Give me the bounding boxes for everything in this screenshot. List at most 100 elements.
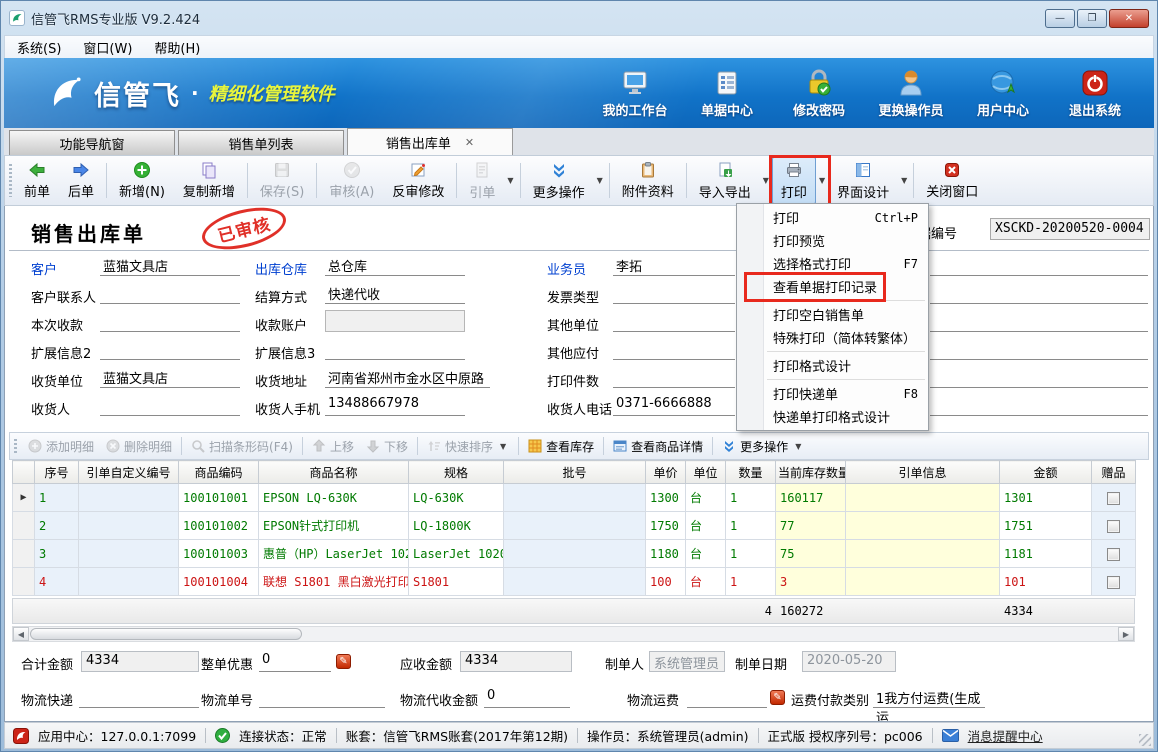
ext-info2-field[interactable] <box>100 338 240 360</box>
logistics-express-field[interactable] <box>79 687 199 708</box>
salesman-field[interactable]: 李拓 <box>613 254 735 276</box>
ext-info3-field[interactable] <box>325 338 465 360</box>
more-actions-button[interactable]: 更多操作 <box>524 157 594 204</box>
contact-field[interactable] <box>100 282 240 304</box>
chevron-down-icon[interactable]: ▼ <box>594 176 606 185</box>
horizontal-scrollbar[interactable]: ◀ ▶ <box>12 626 1135 642</box>
menu-item-print[interactable]: 打印 Ctrl+P <box>737 206 928 229</box>
table-row[interactable]: ▶ 1 100101001 EPSON LQ-630K LQ-630K 1300… <box>13 484 1136 512</box>
menu-item-select-format-print[interactable]: 选择格式打印 F7 <box>737 252 928 275</box>
prev-doc-button[interactable]: 前单 <box>15 158 59 203</box>
power-icon <box>1080 68 1110 98</box>
freight-field[interactable] <box>687 687 767 708</box>
warehouse-field[interactable]: 总仓库 <box>325 254 465 276</box>
receiver-field[interactable] <box>100 394 240 416</box>
banner-item-change-password[interactable]: 修改密码 <box>778 68 860 119</box>
menu-item-view-print-records[interactable]: 查看单据打印记录 <box>737 275 928 298</box>
gift-checkbox[interactable] <box>1107 576 1120 589</box>
view-product-detail-button[interactable]: 查看商品详情 <box>607 435 709 458</box>
doc-no-field[interactable]: XSCKD-20200520-0004 <box>990 218 1150 240</box>
minimize-button[interactable]: — <box>1045 9 1075 28</box>
discount-edit-icon[interactable]: ✎ <box>336 654 351 669</box>
gift-checkbox[interactable] <box>1107 492 1120 505</box>
chevron-down-icon[interactable]: ▼ <box>898 176 910 185</box>
close-window-button[interactable]: 关闭窗口 <box>917 158 987 203</box>
other-payable-field[interactable] <box>613 338 735 360</box>
menu-item-print-preview[interactable]: 打印预览 <box>737 229 928 252</box>
extra-field[interactable] <box>930 282 1148 304</box>
customer-label: 客户 <box>31 259 57 278</box>
extra-field[interactable] <box>930 338 1148 360</box>
discount-field[interactable]: 0 <box>259 651 331 672</box>
message-center-link[interactable]: 消息提醒中心 <box>968 726 1043 745</box>
tab-nav-window[interactable]: 功能导航窗 <box>9 130 175 155</box>
totals-row: 4 160272 4334 <box>12 598 1135 624</box>
banner-item-switch-operator[interactable]: 更换操作员 <box>870 68 952 119</box>
unaudit-button[interactable]: 反审修改 <box>383 158 453 203</box>
phone-field[interactable]: 0371-6666888 <box>613 394 735 416</box>
banner-item-exit[interactable]: 退出系统 <box>1054 68 1136 119</box>
address-field[interactable]: 河南省郑州市金水区中原路 <box>325 366 490 388</box>
freight-type-field[interactable]: 1我方付运费(生成运 <box>873 687 985 708</box>
gift-checkbox[interactable] <box>1107 548 1120 561</box>
chevron-down-icon[interactable]: ▼ <box>792 442 804 451</box>
extra-field[interactable] <box>930 254 1148 276</box>
copy-new-button[interactable]: 复制新增 <box>174 158 244 203</box>
layout-icon <box>854 160 872 180</box>
print-copies-field[interactable] <box>613 366 735 388</box>
tab-close-icon[interactable]: ✕ <box>465 136 474 149</box>
freight-edit-icon[interactable]: ✎ <box>770 690 785 705</box>
close-button[interactable]: ✕ <box>1109 9 1149 28</box>
menu-item-print-format-design[interactable]: 打印格式设计 <box>737 354 928 377</box>
table-row[interactable]: 2 100101002 EPSON针式打印机 LQ-1800K 1750 台 1… <box>13 512 1136 540</box>
logistics-no-label: 物流单号 <box>201 690 253 709</box>
scrollbar-thumb[interactable] <box>30 628 302 640</box>
tab-sales-list[interactable]: 销售单列表 <box>178 130 344 155</box>
menu-item-print-express[interactable]: 打印快递单 F8 <box>737 382 928 405</box>
maximize-button[interactable]: ❐ <box>1077 9 1107 28</box>
gift-checkbox[interactable] <box>1107 520 1120 533</box>
menu-system[interactable]: 系统(S) <box>17 38 61 57</box>
scroll-right-icon[interactable]: ▶ <box>1118 627 1134 641</box>
extra-field[interactable] <box>930 310 1148 332</box>
add-circle-icon <box>28 439 42 453</box>
extra-field[interactable] <box>930 394 1148 416</box>
license-text: 正式版 授权序列号：pc006 <box>768 726 923 745</box>
chevron-down-icon[interactable]: ▼ <box>504 176 516 185</box>
banner-item-user-center[interactable]: 用户中心 <box>962 68 1044 119</box>
receiver-unit-field[interactable]: 蓝猫文具店 <box>100 366 240 388</box>
extra-field[interactable] <box>930 366 1148 388</box>
menu-item-print-blank-sales[interactable]: 打印空白销售单 <box>737 303 928 326</box>
view-stock-button[interactable]: 查看库存 <box>522 435 600 458</box>
cod-amount-field[interactable]: 0 <box>484 687 570 708</box>
menu-window[interactable]: 窗口(W) <box>83 38 132 57</box>
table-row[interactable]: 3 100101003 惠普（HP）LaserJet 1020 LaserJet… <box>13 540 1136 568</box>
menu-item-express-format-design[interactable]: 快递单打印格式设计 <box>737 405 928 428</box>
menu-item-special-print[interactable]: 特殊打印（简体转繁体） <box>737 326 928 349</box>
banner-item-document-center[interactable]: 单据中心 <box>686 68 768 119</box>
scroll-left-icon[interactable]: ◀ <box>13 627 29 641</box>
logistics-no-field[interactable] <box>259 687 385 708</box>
detail-more-actions-button[interactable]: 更多操作 ▼ <box>716 435 810 458</box>
attachments-button[interactable]: 附件资料 <box>613 158 683 203</box>
chevron-down-icon[interactable]: ▼ <box>816 176 828 185</box>
other-unit-field[interactable] <box>613 310 735 332</box>
ui-design-button[interactable]: 界面设计 <box>828 157 898 204</box>
payment-field[interactable] <box>100 310 240 332</box>
print-button[interactable]: 打印 <box>772 157 816 204</box>
double-chevron-down-icon <box>722 439 736 453</box>
tab-sales-outbound[interactable]: 销售出库单 ✕ <box>347 128 513 155</box>
banner-item-workbench[interactable]: 我的工作台 <box>594 68 676 119</box>
import-export-button[interactable]: 导入导出 <box>690 157 760 204</box>
mobile-field[interactable]: 13488667978 <box>325 394 465 416</box>
invoice-type-field[interactable] <box>613 282 735 304</box>
chevron-down-icon[interactable]: ▼ <box>760 176 772 185</box>
new-button[interactable]: 新增(N) <box>110 158 174 203</box>
menu-help[interactable]: 帮助(H) <box>154 38 200 57</box>
next-doc-button[interactable]: 后单 <box>59 158 103 203</box>
account-field[interactable] <box>325 310 465 332</box>
customer-field[interactable]: 蓝猫文具店 <box>100 254 240 276</box>
table-row[interactable]: 4 100101004 联想 S1801 黑白激光打印机 S1801 100 台… <box>13 568 1136 596</box>
resize-grip[interactable] <box>1139 734 1151 746</box>
settlement-field[interactable]: 快递代收 <box>325 282 465 304</box>
